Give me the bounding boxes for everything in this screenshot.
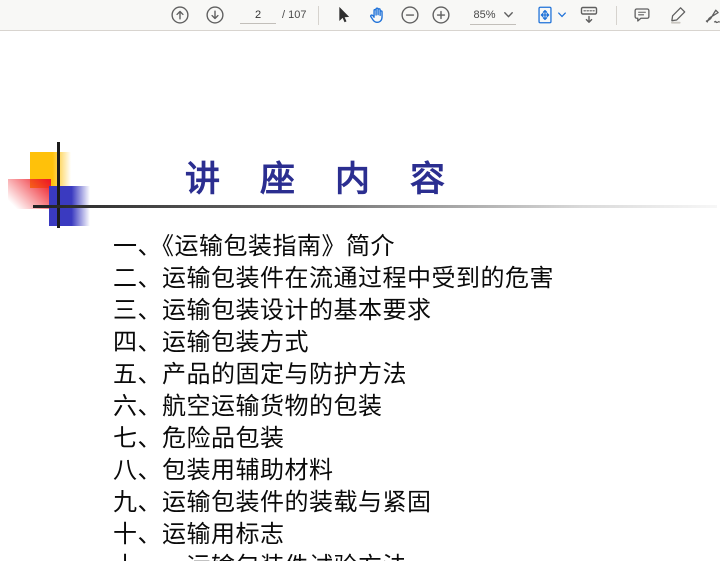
toc-item: 九、运输包装件的装载与紧固 <box>113 487 673 519</box>
viewer-toolbar: / 107 <box>0 0 720 31</box>
hide-toolbar-button[interactable] <box>577 3 601 27</box>
toc-item: 五、产品的固定与防护方法 <box>113 359 673 391</box>
previous-page-button[interactable] <box>168 3 192 27</box>
toc-item: 三、运输包装设计的基本要求 <box>113 295 673 327</box>
table-of-contents: 一、《运输包装指南》简介 二、运输包装件在流通过程中受到的危害 三、运输包装设计… <box>113 231 673 561</box>
next-page-button[interactable] <box>203 3 227 27</box>
page-total-label: / 107 <box>282 9 306 21</box>
toc-item: 一、《运输包装指南》简介 <box>113 231 673 263</box>
plus-circle-icon <box>430 4 452 26</box>
page-number-input[interactable] <box>240 6 276 24</box>
toc-item: 七、危险品包装 <box>113 423 673 455</box>
highlight-tool-button[interactable] <box>666 3 690 27</box>
toc-item: 十一、运输包装件试验方法 <box>113 551 673 561</box>
page-fit-dropdown-button[interactable] <box>532 3 568 27</box>
zoom-level-dropdown[interactable]: 85% <box>470 5 515 25</box>
highlighter-icon <box>667 4 689 26</box>
toolbar-separator <box>616 6 617 25</box>
decoration-vertical-line <box>57 142 60 228</box>
hand-tool-button[interactable] <box>365 3 389 27</box>
arrow-down-circle-icon <box>204 4 226 26</box>
toc-item: 四、运输包装方式 <box>113 327 673 359</box>
chevron-down-icon <box>504 12 513 18</box>
zoom-out-button[interactable] <box>398 3 422 27</box>
select-cursor-icon <box>332 4 354 26</box>
hide-toolbar-icon <box>577 3 601 27</box>
slide-title: 讲座内容 <box>185 162 485 197</box>
arrow-up-circle-icon <box>169 4 191 26</box>
toolbar-separator <box>318 6 319 25</box>
select-tool-button[interactable] <box>331 3 355 27</box>
comment-tool-button[interactable] <box>630 3 654 27</box>
zoom-in-button[interactable] <box>429 3 453 27</box>
toc-item: 八、包装用辅助材料 <box>113 455 673 487</box>
comment-bubble-icon <box>631 4 653 26</box>
toc-item: 二、运输包装件在流通过程中受到的危害 <box>113 263 673 295</box>
minus-circle-icon <box>399 4 421 26</box>
pdf-viewer-window: / 107 <box>0 0 720 561</box>
zoom-level-value: 85% <box>473 9 495 21</box>
document-canvas[interactable]: 讲座内容 一、《运输包装指南》简介 二、运输包装件在流通过程中受到的危害 三、运… <box>0 31 720 561</box>
chevron-down-icon <box>558 12 566 18</box>
title-underline-rule <box>33 205 717 208</box>
toc-item: 十、运输用标志 <box>113 519 673 551</box>
fill-sign-button[interactable] <box>701 3 720 27</box>
toc-item: 六、航空运输货物的包装 <box>113 391 673 423</box>
page-fit-icon <box>534 4 556 26</box>
hand-tool-icon <box>366 4 388 26</box>
fill-sign-pen-icon <box>702 4 720 26</box>
